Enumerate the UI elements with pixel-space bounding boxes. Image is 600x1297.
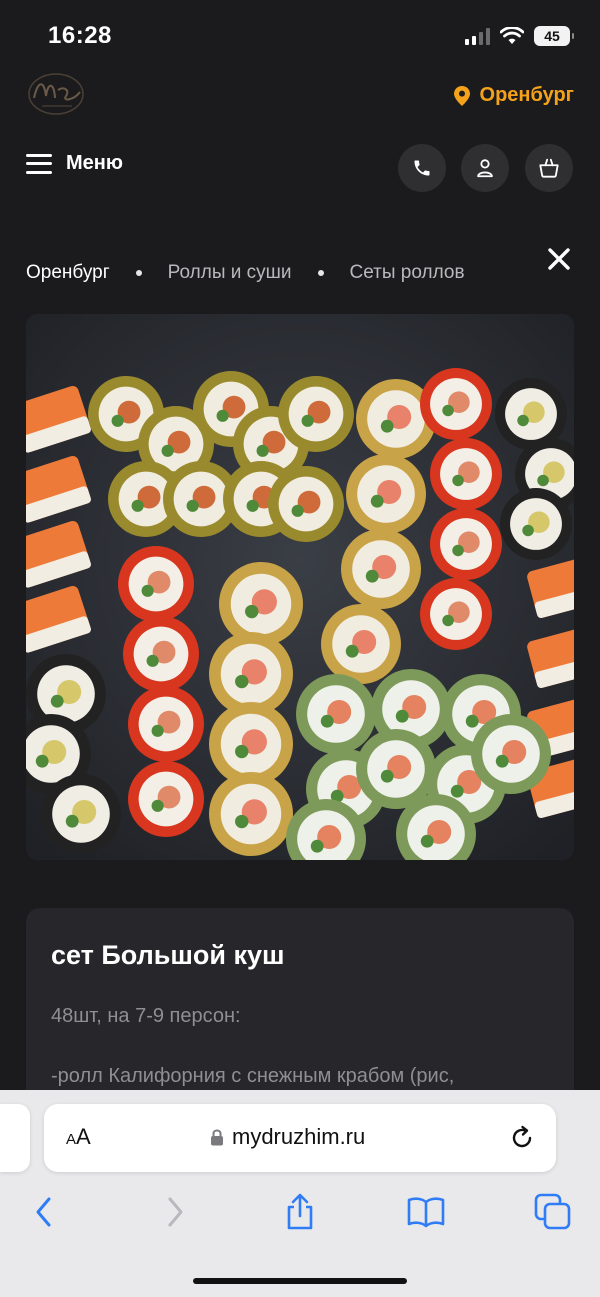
status-time: 16:28	[48, 22, 112, 49]
breadcrumb-separator	[135, 270, 142, 276]
account-button[interactable]	[461, 144, 509, 192]
reload-icon[interactable]	[508, 1124, 536, 1152]
product-title: сет Большой куш	[51, 940, 285, 970]
product-image	[26, 314, 574, 860]
reader-options-button[interactable]: AA	[66, 1124, 91, 1150]
home-indicator	[193, 1278, 407, 1284]
tabs-button[interactable]	[533, 1192, 573, 1232]
menu-label: Меню	[66, 152, 123, 174]
menu-button[interactable]: Меню	[26, 152, 123, 175]
address-bar[interactable]: AA mydruzhim.ru	[44, 1104, 556, 1172]
phone-icon	[414, 160, 430, 176]
forward-icon	[168, 1197, 183, 1227]
bookmarks-icon	[407, 1197, 445, 1228]
location-pin-icon	[453, 85, 470, 106]
back-button[interactable]	[24, 1192, 64, 1232]
share-icon	[287, 1193, 313, 1230]
brand-logo[interactable]	[24, 68, 88, 118]
breadcrumb-item[interactable]: Оренбург	[26, 262, 110, 284]
status-bar: 16:28 45	[0, 0, 600, 72]
breadcrumb-separator	[317, 270, 324, 276]
city-selector[interactable]: Оренбург	[453, 84, 574, 107]
share-button[interactable]	[280, 1192, 320, 1232]
wifi-icon	[500, 27, 524, 44]
status-icons: 45	[465, 26, 574, 46]
product-description: 48шт, на 7-9 персон: -ролл Калифорния с …	[51, 1001, 549, 1091]
city-name: Оренбург	[479, 84, 574, 106]
cellular-signal-icon	[465, 27, 490, 45]
bookmarks-button[interactable]	[406, 1192, 446, 1232]
hamburger-icon	[26, 153, 52, 174]
url-text: mydruzhim.ru	[232, 1124, 366, 1149]
breadcrumb-item[interactable]: Сеты роллов	[350, 262, 465, 284]
previous-tab-peek[interactable]	[0, 1104, 30, 1172]
cart-icon	[539, 158, 559, 178]
product-portion: 48шт, на 7-9 персон:	[51, 1005, 241, 1027]
back-icon	[36, 1197, 51, 1227]
breadcrumb: Оренбург Роллы и суши Сеты роллов	[26, 262, 465, 284]
lock-icon	[211, 1129, 223, 1146]
battery-indicator: 45	[534, 26, 574, 46]
tabs-icon	[534, 1193, 571, 1230]
phone-button[interactable]	[398, 144, 446, 192]
user-icon	[477, 159, 493, 178]
cart-button[interactable]	[525, 144, 573, 192]
forward-button[interactable]	[155, 1192, 195, 1232]
breadcrumb-item[interactable]: Роллы и суши	[168, 262, 292, 284]
close-icon[interactable]	[544, 244, 574, 274]
product-composition-line: -ролл Калифорния с снежным крабом (рис,	[51, 1065, 455, 1087]
url-display[interactable]: mydruzhim.ru	[210, 1124, 365, 1150]
